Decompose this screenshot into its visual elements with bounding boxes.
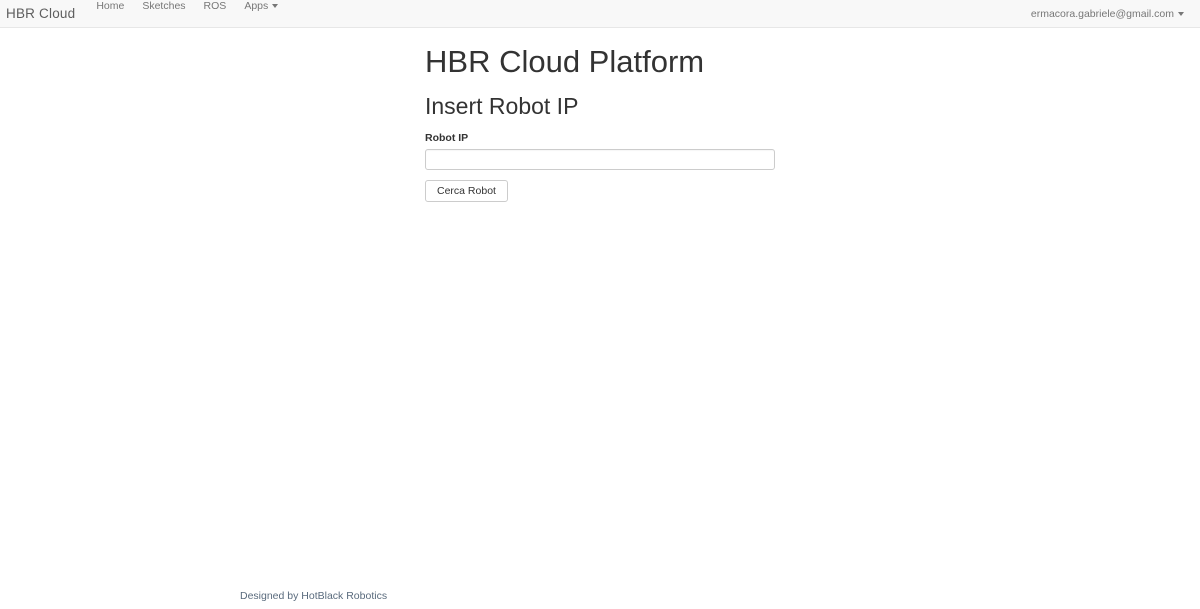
nav-item-apps-label: Apps — [244, 0, 269, 12]
caret-down-icon — [1178, 11, 1184, 16]
robot-ip-form: Robot IP Cerca Robot — [425, 132, 775, 203]
caret-down-icon — [272, 4, 279, 8]
main-nav: Home Sketches ROS Apps — [87, 0, 287, 27]
top-navbar: HBR Cloud Home Sketches ROS Apps ermacor… — [0, 0, 1200, 28]
robot-ip-label: Robot IP — [425, 132, 469, 145]
nav-item-ros[interactable]: ROS — [195, 0, 236, 12]
user-menu-dropdown[interactable]: ermacora.gabriele@gmail.com — [1031, 8, 1184, 20]
user-email-label: ermacora.gabriele@gmail.com — [1030, 7, 1174, 20]
section-title: Insert Robot IP — [425, 93, 579, 120]
nav-item-sketches[interactable]: Sketches — [133, 0, 194, 12]
nav-item-home[interactable]: Home — [87, 0, 133, 12]
main-content: HBR Cloud Platform Insert Robot IP Robot… — [425, 28, 775, 203]
search-robot-button[interactable]: Cerca Robot — [425, 180, 508, 203]
page-footer: Designed by HotBlack Robotics — [240, 590, 387, 602]
robot-ip-input[interactable] — [425, 149, 775, 171]
brand-link[interactable]: HBR Cloud — [6, 6, 75, 21]
designed-by-link[interactable]: Designed by HotBlack Robotics — [240, 590, 387, 602]
nav-item-apps-dropdown[interactable]: Apps — [235, 0, 287, 12]
page-title: HBR Cloud Platform — [425, 44, 705, 79]
